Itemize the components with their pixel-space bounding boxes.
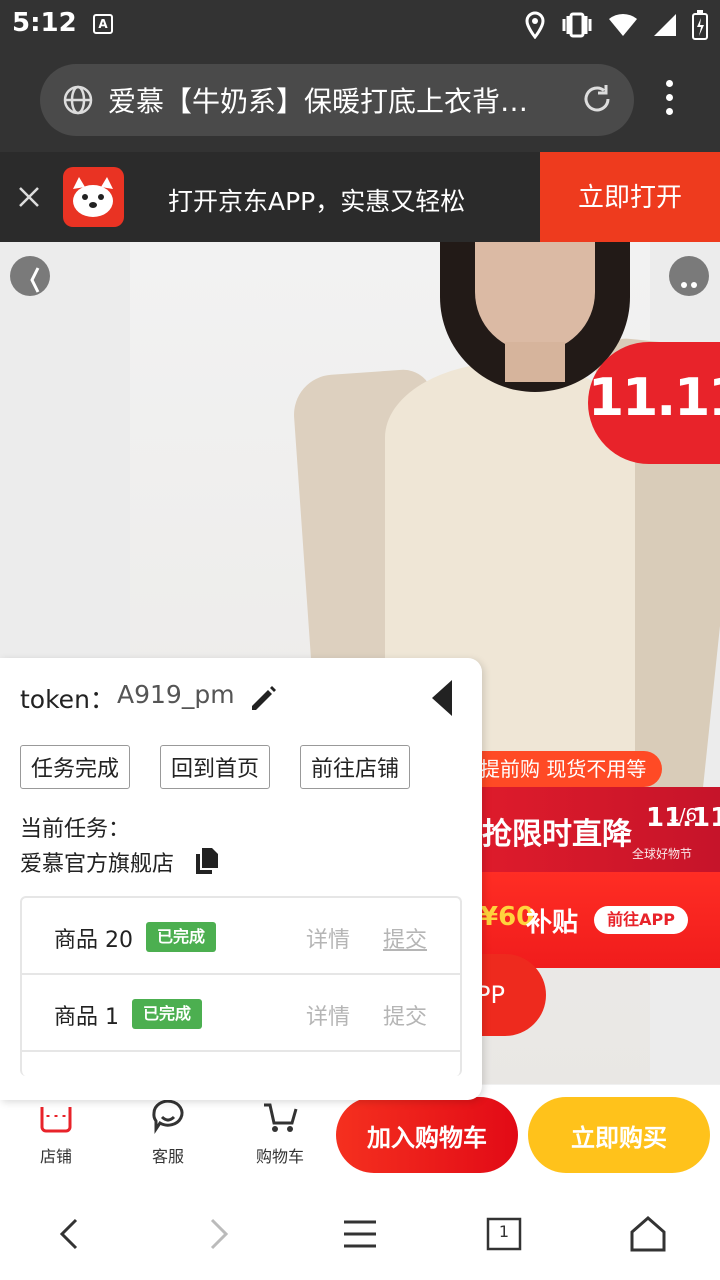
shop-label: 店铺 <box>39 1147 72 1166</box>
add-to-cart-button[interactable]: 加入购物车 <box>336 1097 518 1173</box>
app-download-banner: 打开京东APP，实惠又轻松 立即打开 <box>0 152 720 242</box>
browser-menu-icon[interactable] <box>662 80 676 124</box>
nav-menu-icon[interactable] <box>336 1210 384 1258</box>
more-options-icon[interactable] <box>669 256 709 296</box>
service-label: 客服 <box>151 1147 184 1166</box>
task-complete-button[interactable]: 任务完成 <box>20 745 131 789</box>
task-submit-link[interactable]: 提交 <box>383 999 427 1031</box>
open-app-button[interactable]: 立即打开 <box>540 152 720 242</box>
status-badge: 已完成 <box>146 922 217 952</box>
task-detail-link[interactable]: 详情 <box>306 922 350 954</box>
token-value: A919_pm <box>117 680 235 709</box>
close-icon[interactable] <box>14 182 44 212</box>
status-badge: 已完成 <box>132 999 203 1029</box>
service-icon <box>152 1099 184 1134</box>
vibrate-icon <box>562 12 592 38</box>
current-task-label: 当前任务： <box>20 817 131 842</box>
back-home-button[interactable]: 回到首页 <box>160 745 271 789</box>
current-shop-name: 爱慕官方旗舰店 <box>20 852 175 877</box>
collapse-left-icon[interactable] <box>430 678 456 718</box>
promo-flash-sale: 抢限时直降 11.11 全球好物节 1/6 <box>460 787 720 872</box>
reload-icon[interactable] <box>580 82 614 116</box>
shop-icon <box>40 1107 72 1133</box>
nav-forward-icon[interactable] <box>194 1210 242 1258</box>
banner-text: 打开京东APP，实惠又轻松 <box>168 187 466 216</box>
url-title[interactable]: 爱慕【牛奶系】保暖打底上衣背… <box>108 80 554 120</box>
go-app-button[interactable]: 前往APP <box>594 906 688 934</box>
tab-count: 1 <box>498 1222 510 1241</box>
url-bar[interactable]: 爱慕【牛奶系】保暖打底上衣背… <box>40 64 634 136</box>
task-row: 商品 1 已完成 详情 提交 <box>22 975 460 1052</box>
cart-button[interactable]: 购物车 <box>240 1095 320 1167</box>
keyboard-a-icon: A <box>93 14 113 34</box>
cart-icon <box>264 1103 298 1132</box>
task-name: 商品 20 <box>54 928 133 953</box>
task-list: 商品 20 已完成 详情 提交 商品 1 已完成 详情 提交 <box>20 896 462 1076</box>
task-submit-link[interactable]: 提交 <box>383 922 427 954</box>
nav-back-icon[interactable] <box>46 1210 94 1258</box>
status-icons <box>524 10 708 40</box>
globe-icon <box>63 85 93 115</box>
browser-toolbar: 爱慕【牛奶系】保暖打底上衣背… <box>0 50 720 152</box>
promo-presale: 提前购 现货不用等 <box>460 751 662 787</box>
back-icon[interactable] <box>10 256 50 296</box>
jd-logo-icon <box>63 167 124 227</box>
location-icon <box>525 11 545 39</box>
nav-home-icon[interactable] <box>624 1210 672 1258</box>
edit-icon[interactable] <box>248 682 280 714</box>
go-shop-button[interactable]: 前往店铺 <box>300 745 411 789</box>
task-row: 商品 20 已完成 详情 提交 <box>22 898 460 975</box>
double-11-badge[interactable]: 11.11 <box>588 342 720 464</box>
image-pager: 1/6 <box>668 805 697 826</box>
token-label: token： <box>20 685 115 714</box>
status-time: 5:12 <box>12 8 77 38</box>
task-detail-link[interactable]: 详情 <box>306 999 350 1031</box>
service-button[interactable]: 客服 <box>128 1095 208 1167</box>
tabs-button[interactable]: 1 <box>480 1210 528 1258</box>
wifi-icon <box>609 13 637 36</box>
task-name: 商品 1 <box>54 1005 119 1030</box>
shop-button[interactable]: 店铺 <box>16 1095 96 1167</box>
cart-label: 购物车 <box>255 1147 304 1166</box>
copy-icon[interactable] <box>194 846 220 874</box>
battery-icon <box>692 10 708 40</box>
task-panel: token： A919_pm 任务完成 回到首页 前往店铺 当前任务： 爱慕官方… <box>0 658 482 1100</box>
signal-icon <box>654 14 676 36</box>
status-bar: 5:12 A <box>0 0 720 50</box>
browser-nav-bar: 1 <box>0 1188 720 1280</box>
buy-now-button[interactable]: 立即购买 <box>528 1097 710 1173</box>
